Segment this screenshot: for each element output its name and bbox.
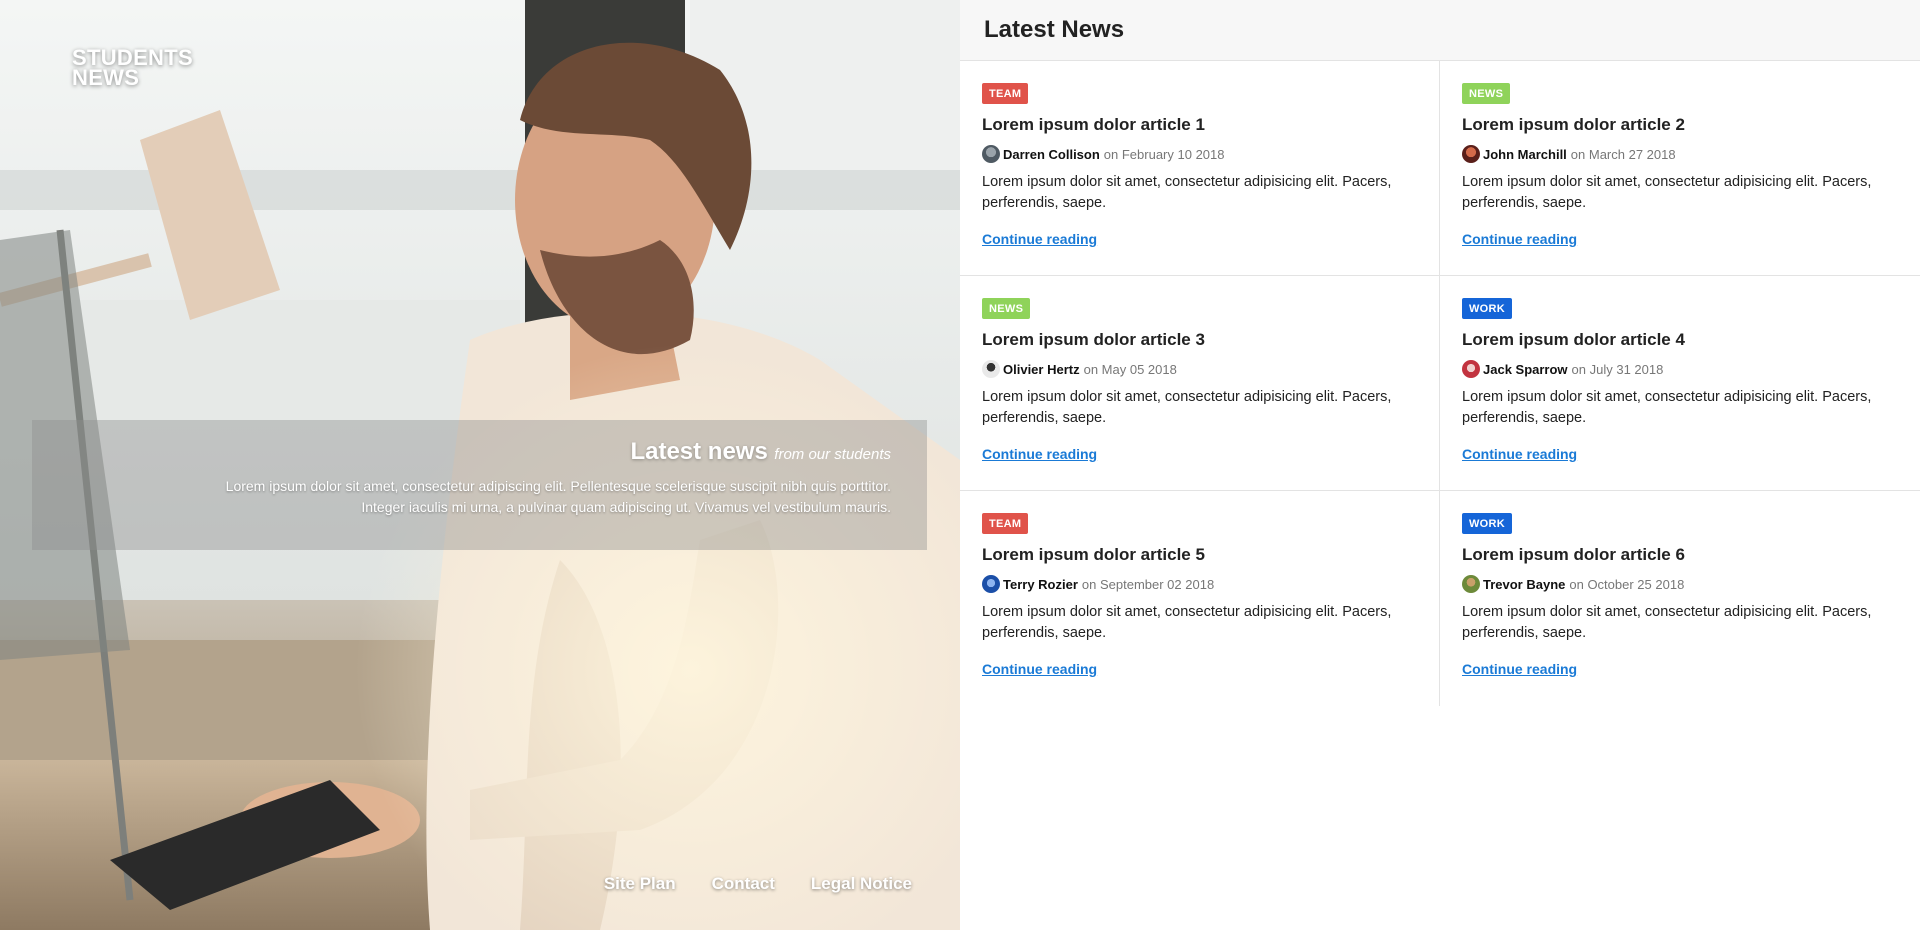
article-card: WORK Lorem ipsum dolor article 4 Jack Sp… xyxy=(1440,276,1920,491)
article-title[interactable]: Lorem ipsum dolor article 1 xyxy=(982,115,1417,135)
site-logo[interactable]: STUDENTS NEWS xyxy=(72,47,193,90)
article-card: NEWS Lorem ipsum dolor article 3 Olivier… xyxy=(960,276,1440,491)
article-excerpt: Lorem ipsum dolor sit amet, consectetur … xyxy=(982,389,1392,426)
article-excerpt: Lorem ipsum dolor sit amet, consectetur … xyxy=(982,174,1392,211)
article-date: on February 10 2018 xyxy=(1103,146,1225,162)
article-excerpt: Lorem ipsum dolor sit amet, consectetur … xyxy=(1462,604,1872,641)
article-meta: Darren Collison on February 10 2018 xyxy=(982,145,1417,163)
footer-link-site-plan[interactable]: Site Plan xyxy=(604,874,676,894)
banner-text: Lorem ipsum dolor sit amet, consectetur … xyxy=(68,476,891,518)
author-avatar xyxy=(1462,575,1480,593)
article-title[interactable]: Lorem ipsum dolor article 4 xyxy=(1462,330,1898,350)
article-date: on May 05 2018 xyxy=(1083,361,1177,377)
banner-text-line: Integer iaculis mi urna, a pulvinar quam… xyxy=(361,499,891,515)
logo-line-2: NEWS xyxy=(72,65,140,90)
article-title[interactable]: Lorem ipsum dolor article 5 xyxy=(982,545,1417,565)
continue-reading-link[interactable]: Continue reading xyxy=(982,231,1097,247)
author-avatar xyxy=(982,575,1000,593)
article-meta: Terry Rozier on September 02 2018 xyxy=(982,575,1417,593)
author-name[interactable]: Olivier Hertz xyxy=(1003,362,1080,377)
article-meta: Jack Sparrow on July 31 2018 xyxy=(1462,360,1898,378)
article-meta: Trevor Bayne on October 25 2018 xyxy=(1462,575,1898,593)
author-avatar xyxy=(982,360,1000,378)
category-badge[interactable]: NEWS xyxy=(982,298,1031,319)
article-title[interactable]: Lorem ipsum dolor article 2 xyxy=(1462,115,1898,135)
author-name[interactable]: Trevor Bayne xyxy=(1483,577,1565,592)
article-excerpt: Lorem ipsum dolor sit amet, consectetur … xyxy=(1462,174,1872,211)
author-name[interactable]: John Marchill xyxy=(1483,147,1567,162)
article-date: on July 31 2018 xyxy=(1571,361,1664,377)
footer-link-contact[interactable]: Contact xyxy=(712,874,775,894)
article-meta: John Marchill on March 27 2018 xyxy=(1462,145,1898,163)
category-badge[interactable]: NEWS xyxy=(1462,83,1511,104)
continue-reading-link[interactable]: Continue reading xyxy=(1462,446,1577,462)
article-card: WORK Lorem ipsum dolor article 6 Trevor … xyxy=(1440,491,1920,706)
banner-heading: Latest news from our students xyxy=(68,438,891,466)
footer-link-legal-notice[interactable]: Legal Notice xyxy=(811,874,912,894)
article-card: TEAM Lorem ipsum dolor article 1 Darren … xyxy=(960,61,1440,276)
author-avatar xyxy=(982,145,1000,163)
category-badge[interactable]: TEAM xyxy=(982,83,1029,104)
author-name[interactable]: Jack Sparrow xyxy=(1483,362,1568,377)
article-title[interactable]: Lorem ipsum dolor article 6 xyxy=(1462,545,1898,565)
articles-grid: TEAM Lorem ipsum dolor article 1 Darren … xyxy=(960,61,1920,706)
footer-nav: Site Plan Contact Legal Notice xyxy=(604,874,912,894)
article-excerpt: Lorem ipsum dolor sit amet, consectetur … xyxy=(1462,389,1872,426)
author-avatar xyxy=(1462,360,1480,378)
author-name[interactable]: Darren Collison xyxy=(1003,147,1100,162)
author-name[interactable]: Terry Rozier xyxy=(1003,577,1078,592)
article-card: TEAM Lorem ipsum dolor article 5 Terry R… xyxy=(960,491,1440,706)
hero-banner: Latest news from our students Lorem ipsu… xyxy=(32,420,927,550)
category-badge[interactable]: WORK xyxy=(1462,513,1513,534)
article-date: on October 25 2018 xyxy=(1569,576,1685,592)
news-panel: Latest News TEAM Lorem ipsum dolor artic… xyxy=(960,0,1920,930)
panel-header: Latest News xyxy=(960,0,1920,61)
category-badge[interactable]: WORK xyxy=(1462,298,1513,319)
hero-section: STUDENTS NEWS Latest news from our stude… xyxy=(0,0,960,930)
panel-title: Latest News xyxy=(984,16,1125,43)
article-card: NEWS Lorem ipsum dolor article 2 John Ma… xyxy=(1440,61,1920,276)
article-excerpt: Lorem ipsum dolor sit amet, consectetur … xyxy=(982,604,1392,641)
continue-reading-link[interactable]: Continue reading xyxy=(982,446,1097,462)
banner-subtitle: from our students xyxy=(774,446,891,463)
author-avatar xyxy=(1462,145,1480,163)
continue-reading-link[interactable]: Continue reading xyxy=(1462,661,1577,677)
continue-reading-link[interactable]: Continue reading xyxy=(1462,231,1577,247)
continue-reading-link[interactable]: Continue reading xyxy=(982,661,1097,677)
article-date: on March 27 2018 xyxy=(1570,146,1676,162)
category-badge[interactable]: TEAM xyxy=(982,513,1029,534)
article-date: on September 02 2018 xyxy=(1081,576,1215,592)
article-title[interactable]: Lorem ipsum dolor article 3 xyxy=(982,330,1417,350)
banner-title: Latest news xyxy=(630,438,768,465)
banner-text-line: Lorem ipsum dolor sit amet, consectetur … xyxy=(225,478,891,494)
article-meta: Olivier Hertz on May 05 2018 xyxy=(982,360,1417,378)
